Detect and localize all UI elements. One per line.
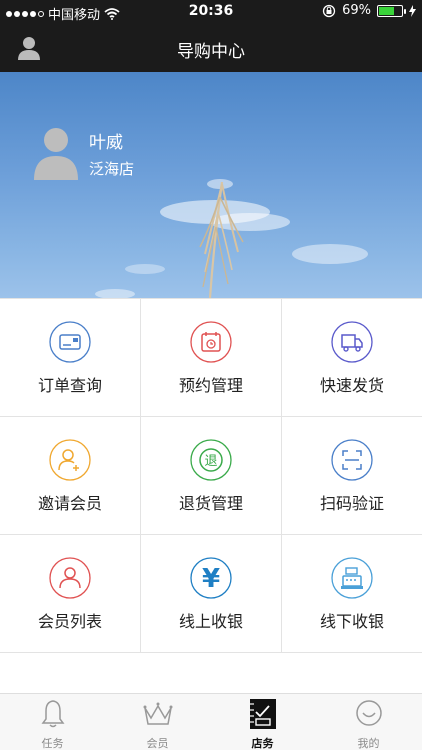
tab-tasks[interactable]: 任务 [0,694,105,750]
quick-ship-button[interactable]: 快速发货 [282,299,422,417]
user-name: 叶威 [89,133,123,153]
order-query-button[interactable]: 订单查询 [0,299,141,417]
tab-mine[interactable]: 我的 [315,694,422,750]
return-management-button[interactable]: 退 退货管理 [141,417,282,535]
member-list-button[interactable]: 会员列表 [0,535,141,653]
notebook-icon [249,699,276,729]
quick-ship-label: 快速发货 [319,376,384,395]
invite-member-label: 邀请会员 [37,494,102,513]
crown-icon [143,702,172,725]
register-icon [331,557,373,599]
yen-glyph: ¥ [202,564,220,594]
order-query-label: 订单查询 [37,376,102,395]
calendar-icon [190,321,232,363]
member-icon [49,557,91,599]
tab-members-label: 会员 [146,737,169,750]
member-list-label: 会员列表 [37,612,102,631]
tab-mine-label: 我的 [357,737,380,750]
page-title: 导购中心 [177,42,245,62]
return-icon: 退 [190,439,232,481]
nav-bar: 导购中心 [0,24,422,72]
tab-store-affairs-label: 店务 [251,737,274,750]
online-cashier-label: 线上收银 [178,612,243,631]
charging-icon [409,4,416,17]
invite-user-icon [49,439,91,481]
return-glyph: 退 [204,454,217,469]
online-cashier-button[interactable]: ¥ 线上收银 [141,535,282,653]
yen-icon: ¥ [190,557,232,599]
sky-background-image [95,179,368,298]
appointment-button[interactable]: 预约管理 [141,299,282,417]
battery-percent: 69% [342,3,371,18]
scan-icon [331,439,373,481]
tab-bar: 任务 会员 店务 我的 [0,693,422,750]
order-card-icon [49,321,91,363]
invite-member-button[interactable]: 邀请会员 [0,417,141,535]
rotation-lock-icon [322,4,336,17]
appointment-label: 预约管理 [178,376,243,395]
user-avatar [34,128,78,180]
scan-verify-button[interactable]: 扫码验证 [282,417,422,535]
scan-verify-label: 扫码验证 [319,494,384,513]
battery-icon [377,4,406,17]
tab-tasks-label: 任务 [41,737,64,750]
tab-store-affairs[interactable]: 店务 [210,694,315,750]
offline-cashier-label: 线下收银 [319,612,384,631]
status-bar: 中国移动 20:36 69% [0,0,422,24]
bell-icon [41,700,64,728]
tab-members[interactable]: 会员 [105,694,210,750]
feature-grid: 订单查询 预约管理 快速发货 邀请会员 退 退货管理 扫码验证 会员列表 ¥ 线… [0,298,422,653]
store-name: 泛海店 [89,160,135,178]
return-management-label: 退货管理 [178,494,243,513]
smiley-icon [355,700,382,726]
truck-icon [331,321,373,363]
profile-banner: 叶威 泛海店 [0,72,422,298]
offline-cashier-button[interactable]: 线下收银 [282,535,422,653]
